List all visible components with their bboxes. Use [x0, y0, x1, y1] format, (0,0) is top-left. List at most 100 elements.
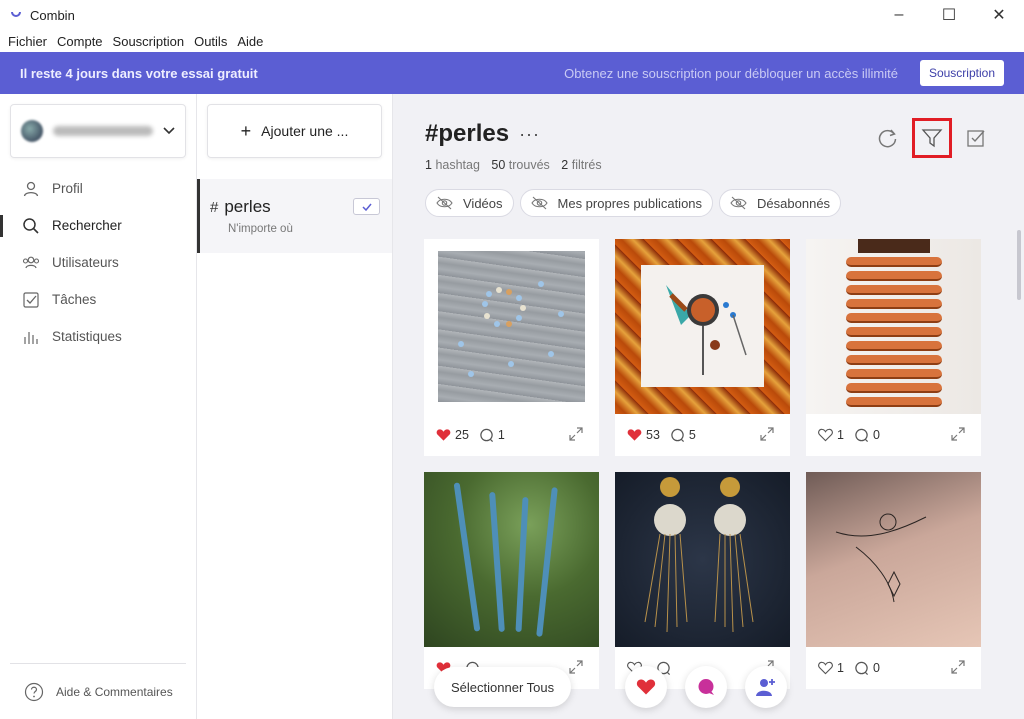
- account-name-blurred: [53, 126, 153, 136]
- comment-icon[interactable]: [670, 428, 685, 443]
- post-image[interactable]: [424, 239, 599, 414]
- add-search-label: Ajouter une ...: [261, 123, 349, 139]
- comment-count: 0: [872, 428, 880, 442]
- checkbox-icon: [967, 130, 985, 147]
- menu-bar: Fichier Compte Souscription Outils Aide: [0, 30, 1024, 52]
- eye-off-icon: [436, 196, 453, 210]
- found-count: 50: [491, 158, 506, 172]
- help-feedback-link[interactable]: Aide & Commentaires: [10, 663, 186, 719]
- chip-videos[interactable]: Vidéos: [425, 189, 514, 217]
- post-image[interactable]: [806, 239, 981, 414]
- post-image[interactable]: [424, 472, 599, 647]
- title-bar: Combin – ☐ ✕: [0, 0, 1024, 30]
- heart-filled-icon: [636, 679, 656, 695]
- sidebar-item-utilisateurs[interactable]: Utilisateurs: [0, 244, 196, 281]
- sidebar-item-label: Tâches: [52, 292, 97, 307]
- scrollbar[interactable]: [1017, 230, 1021, 300]
- comment-icon[interactable]: [854, 428, 869, 443]
- help-icon: [24, 682, 44, 701]
- sidebar-item-label: Profil: [52, 181, 83, 196]
- expand-icon[interactable]: [760, 426, 778, 444]
- chip-label: Vidéos: [463, 195, 503, 211]
- sidebar-item-rechercher[interactable]: Rechercher: [0, 207, 196, 244]
- select-mode-button[interactable]: [956, 118, 996, 158]
- heart-filled-icon[interactable]: [436, 428, 451, 442]
- menu-compte[interactable]: Compte: [57, 34, 103, 49]
- expand-icon[interactable]: [569, 426, 587, 444]
- filter-button[interactable]: [912, 118, 952, 158]
- subscribe-button[interactable]: Souscription: [919, 60, 1004, 86]
- post-grid: 25 1 53 5 1 0 1 0: [424, 239, 981, 689]
- trial-message: Il reste 4 jours dans votre essai gratui…: [20, 65, 258, 81]
- chevron-down-icon: [163, 125, 175, 137]
- menu-aide[interactable]: Aide: [237, 34, 263, 49]
- more-options-button[interactable]: ···: [519, 124, 540, 145]
- search-item-perles[interactable]: # perles N'importe où: [197, 179, 392, 253]
- select-all-button[interactable]: Sélectionner Tous: [434, 667, 572, 707]
- filter-icon: [921, 129, 943, 148]
- heart-outline-icon[interactable]: [818, 428, 833, 442]
- chip-label: Désabonnés: [757, 195, 831, 211]
- comment-count: 0: [872, 661, 880, 675]
- menu-souscription[interactable]: Souscription: [113, 34, 185, 49]
- heart-filled-icon[interactable]: [627, 428, 642, 442]
- comment-icon[interactable]: [479, 428, 494, 443]
- search-stats: 1 hashtag 50 trouvés 2 filtrés: [425, 158, 610, 172]
- plus-icon: +: [240, 120, 252, 141]
- post-card[interactable]: [424, 472, 599, 689]
- hashtag-label: hashtag: [435, 158, 480, 172]
- sidebar-item-profil[interactable]: Profil: [0, 170, 196, 207]
- sidebar-item-statistiques[interactable]: Statistiques: [0, 318, 196, 355]
- filtered-label: filtrés: [571, 158, 602, 172]
- avatar: [21, 120, 43, 142]
- minimize-button[interactable]: –: [874, 0, 924, 30]
- follow-all-button[interactable]: [745, 666, 788, 708]
- search-item-checkbox[interactable]: [353, 198, 380, 215]
- hashtag-icon: #: [210, 198, 219, 216]
- account-selector[interactable]: [10, 104, 186, 158]
- comment-count: 5: [688, 428, 696, 442]
- eye-off-icon: [730, 196, 747, 210]
- post-image[interactable]: [615, 472, 790, 647]
- chip-unfollowed[interactable]: Désabonnés: [719, 189, 842, 217]
- post-image[interactable]: [806, 472, 981, 647]
- help-feedback-label: Aide & Commentaires: [56, 684, 173, 699]
- heart-outline-icon[interactable]: [818, 661, 833, 675]
- post-card[interactable]: 53 5: [615, 239, 790, 456]
- results-panel: #perles ··· 1 hashtag 50 trouvés 2 filtr…: [393, 94, 1024, 719]
- chip-label: Mes propres publications: [557, 195, 703, 211]
- sidebar: Profil Rechercher Utilisateurs Tâches St…: [0, 94, 197, 719]
- sidebar-item-label: Utilisateurs: [52, 255, 119, 270]
- post-card[interactable]: 1 0: [806, 239, 981, 456]
- stats-icon: [24, 331, 38, 344]
- page-title: #perles: [425, 120, 510, 147]
- trial-cta-text[interactable]: Obtenez une souscription pour débloquer …: [564, 66, 898, 81]
- comment-all-button[interactable]: [685, 666, 728, 708]
- like-count: 53: [646, 428, 660, 442]
- post-card[interactable]: [615, 472, 790, 689]
- combin-logo-icon: [10, 9, 22, 21]
- saved-searches-column: + Ajouter une ... # perles N'importe où: [197, 94, 393, 719]
- maximize-button[interactable]: ☐: [924, 0, 974, 30]
- like-all-button[interactable]: [625, 666, 668, 708]
- chip-own-posts[interactable]: Mes propres publications: [519, 189, 714, 217]
- sidebar-item-taches[interactable]: Tâches: [0, 281, 196, 318]
- tasks-icon: [23, 291, 39, 308]
- comment-icon[interactable]: [854, 661, 869, 676]
- like-count: 1: [837, 661, 844, 675]
- comment-count: 1: [497, 428, 505, 442]
- add-search-button[interactable]: + Ajouter une ...: [207, 104, 382, 158]
- like-count: 25: [455, 428, 469, 442]
- close-button[interactable]: ✕: [974, 0, 1024, 30]
- refresh-button[interactable]: [868, 118, 908, 158]
- search-item-title: perles: [224, 197, 271, 216]
- expand-icon[interactable]: [951, 659, 969, 677]
- post-card[interactable]: 1 0: [806, 472, 981, 689]
- expand-icon[interactable]: [951, 426, 969, 444]
- post-card[interactable]: 25 1: [424, 239, 599, 456]
- post-image[interactable]: [615, 239, 790, 414]
- menu-fichier[interactable]: Fichier: [8, 34, 47, 49]
- refresh-icon: [878, 129, 897, 148]
- menu-outils[interactable]: Outils: [194, 34, 227, 49]
- add-user-icon: [756, 679, 776, 696]
